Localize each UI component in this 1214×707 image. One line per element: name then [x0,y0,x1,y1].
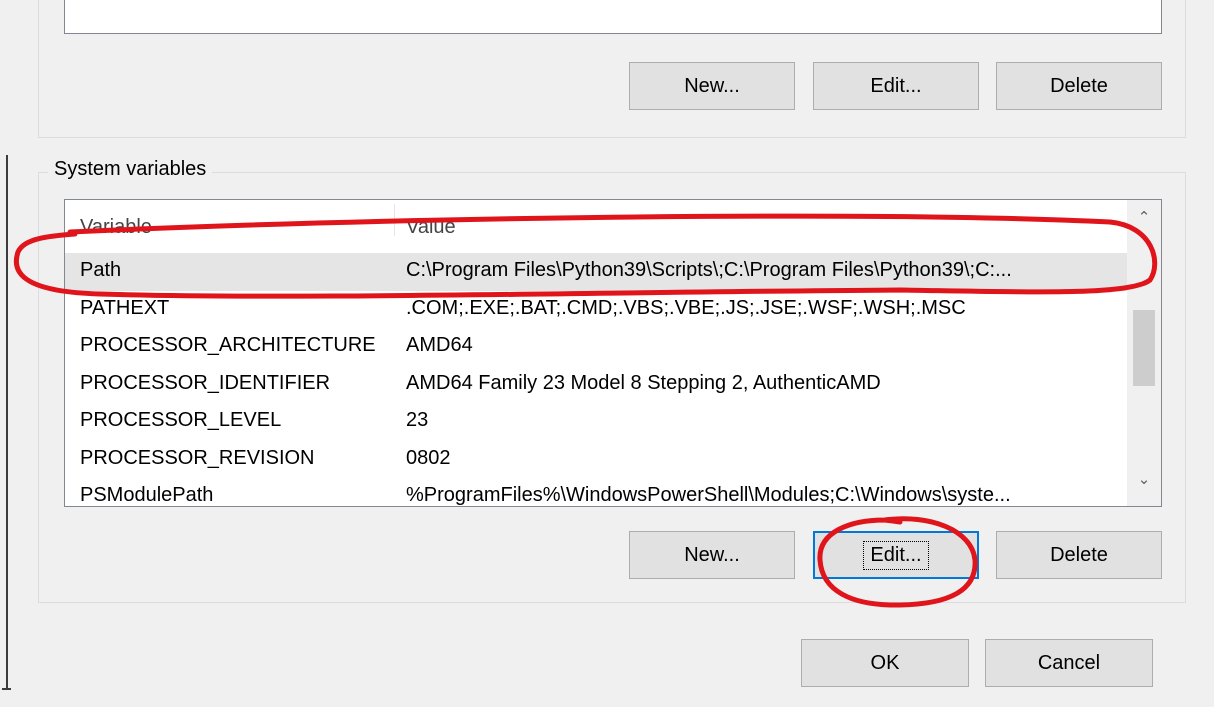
vertical-scrollbar[interactable]: ⌃ ⌄ [1127,200,1161,506]
user-new-button[interactable]: New... [629,62,795,110]
variable-row[interactable]: Path C:\Program Files\Python39\Scripts\;C… [65,253,1127,291]
system-delete-button[interactable]: Delete [996,531,1162,579]
variable-name: PROCESSOR_IDENTIFIER [80,371,331,394]
variable-row[interactable]: PATHEXT .COM;.EXE;.BAT;.CMD;.VBS;.VBE;.JS… [65,291,1127,329]
variable-value: C:\Program Files\Python39\Scripts\;C:\Pr… [406,259,1012,281]
user-edit-button[interactable]: Edit... [813,62,979,110]
variable-value: AMD64 Family 23 Model 8 Stepping 2, Auth… [406,371,881,394]
variable-row[interactable]: PROCESSOR_REVISION 0802 [65,441,1127,479]
variable-value: 23 [406,409,429,431]
system-variables-title: System variables [48,158,213,181]
variable-value: %ProgramFiles%\WindowsPowerShell\Modules… [406,484,1011,506]
variable-value: 0802 [406,446,451,469]
column-header-value[interactable]: Value [406,216,456,239]
window-edge [6,155,8,690]
list-header: Variable Value [65,200,1127,238]
focus-indicator: Edit... [863,540,929,570]
ok-button[interactable]: OK [801,639,969,687]
variable-value: .COM;.EXE;.BAT;.CMD;.VBS;.VBE;.JS;.JSE;.… [406,296,966,319]
variable-name: PROCESSOR_LEVEL [80,409,282,431]
window-edge-tick [2,688,11,690]
system-variables-list[interactable]: Variable Value Path C:\Program Files\Pyth… [64,199,1162,507]
variable-value: AMD64 [406,334,473,356]
column-header-variable[interactable]: Variable [80,216,152,239]
cancel-button[interactable]: Cancel [985,639,1153,687]
variable-name: PATHEXT [80,296,170,319]
chevron-up-icon[interactable]: ⌃ [1127,208,1161,226]
user-variables-list[interactable] [64,0,1162,34]
system-edit-button[interactable]: Edit... [813,531,979,579]
variable-name: PSModulePath [80,484,214,506]
variable-name: PROCESSOR_REVISION [80,446,315,469]
scroll-thumb[interactable] [1133,310,1155,386]
variable-row[interactable]: PSModulePath %ProgramFiles%\WindowsPowerS… [65,478,1127,506]
variable-name: PROCESSOR_ARCHITECTURE [80,334,376,356]
variable-row[interactable]: PROCESSOR_IDENTIFIER AMD64 Family 23 Mode… [65,366,1127,404]
system-new-button[interactable]: New... [629,531,795,579]
variable-row[interactable]: PROCESSOR_ARCHITECTURE AMD64 [65,328,1127,366]
variable-name: Path [80,259,122,281]
variable-row[interactable]: PROCESSOR_LEVEL 23 [65,403,1127,441]
user-delete-button[interactable]: Delete [996,62,1162,110]
variable-rows: Path C:\Program Files\Python39\Scripts\;C… [65,253,1127,506]
chevron-down-icon[interactable]: ⌄ [1127,470,1161,488]
column-separator[interactable] [394,204,395,236]
